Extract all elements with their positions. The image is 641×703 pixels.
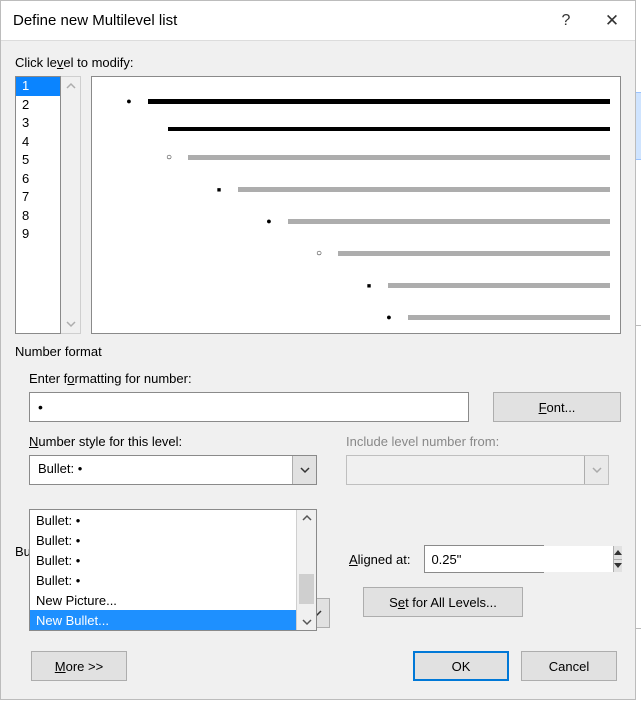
preview-line xyxy=(102,127,610,131)
scrollbar-track[interactable] xyxy=(297,527,316,613)
level-item[interactable]: 6 xyxy=(16,170,60,189)
click-level-label: Click level to modify: xyxy=(15,55,621,70)
level-item[interactable]: 9 xyxy=(16,225,60,244)
hollow-bullet-icon xyxy=(162,151,176,163)
preview-bar xyxy=(408,315,610,320)
chevron-up-icon xyxy=(614,550,622,555)
level-item[interactable]: 7 xyxy=(16,188,60,207)
number-style-dropdown-list[interactable]: Bullet: •Bullet: •Bullet: •Bullet: •New … xyxy=(30,510,296,630)
aligned-at-spinner[interactable] xyxy=(424,545,544,573)
dropdown-item[interactable]: New Bullet... xyxy=(30,610,296,630)
titlebar: Define new Multilevel list ? ✕ xyxy=(1,1,635,41)
preview-line xyxy=(102,95,610,107)
chevron-up-icon xyxy=(302,513,312,523)
dropdown-scrollbar[interactable] xyxy=(296,510,316,630)
fill-bullet-icon xyxy=(382,311,396,323)
level-listbox[interactable]: 123456789 xyxy=(15,76,61,334)
level-list-scrollbar[interactable] xyxy=(61,76,81,334)
list-preview xyxy=(91,76,621,334)
edge-artifact xyxy=(636,628,641,629)
fill-bullet-icon xyxy=(122,95,136,107)
number-style-combo[interactable]: Bullet: • xyxy=(29,455,317,485)
chevron-down-icon xyxy=(66,319,76,329)
preview-bar xyxy=(188,155,610,160)
preview-line xyxy=(102,279,610,291)
set-for-all-levels-button[interactable]: Set for All Levels... xyxy=(363,587,523,617)
more-button[interactable]: More >> xyxy=(31,651,127,681)
edge-artifact xyxy=(636,325,641,326)
preview-bar xyxy=(168,127,610,131)
font-button[interactable]: Font... xyxy=(493,392,621,422)
number-style-value: Bullet: • xyxy=(30,456,292,484)
preview-bar xyxy=(388,283,610,288)
edge-artifact xyxy=(636,92,641,160)
help-button[interactable]: ? xyxy=(543,1,589,41)
preview-bar xyxy=(288,219,610,224)
scrollbar-thumb[interactable] xyxy=(299,574,314,604)
chevron-down-icon xyxy=(300,465,310,475)
preview-line xyxy=(102,311,610,323)
preview-bar xyxy=(238,187,610,192)
fill-bullet-icon xyxy=(262,215,276,227)
close-icon: ✕ xyxy=(605,11,619,31)
include-level-value xyxy=(347,456,584,484)
preview-line xyxy=(102,247,610,259)
dropdown-item[interactable]: New Picture... xyxy=(30,590,296,610)
define-multilevel-list-dialog: Define new Multilevel list ? ✕ Click lev… xyxy=(0,0,636,700)
level-list-wrap: 123456789 xyxy=(15,76,81,334)
preview-line xyxy=(102,151,610,163)
aligned-at-input[interactable] xyxy=(425,546,613,572)
preview-bar xyxy=(338,251,610,256)
close-button[interactable]: ✕ xyxy=(589,1,635,41)
cancel-button[interactable]: Cancel xyxy=(521,651,617,681)
dropdown-item[interactable]: Bullet: • xyxy=(30,570,296,590)
number-style-label: Number style for this level: xyxy=(29,434,318,449)
level-item[interactable]: 3 xyxy=(16,114,60,133)
dialog-footer: More >> OK Cancel xyxy=(1,637,635,699)
level-item[interactable]: 1 xyxy=(16,77,60,96)
level-item[interactable]: 4 xyxy=(16,133,60,152)
help-icon: ? xyxy=(562,12,571,30)
preview-bar xyxy=(148,99,610,104)
include-level-label: Include level number from: xyxy=(346,434,621,449)
square-bullet-icon xyxy=(362,279,376,291)
number-format-value: • xyxy=(38,399,43,415)
level-item[interactable]: 8 xyxy=(16,207,60,226)
number-style-dropdown[interactable]: Bullet: •Bullet: •Bullet: •Bullet: •New … xyxy=(29,509,317,631)
dropdown-item[interactable]: Bullet: • xyxy=(30,530,296,550)
dialog-title: Define new Multilevel list xyxy=(13,12,543,29)
level-item[interactable]: 2 xyxy=(16,96,60,115)
preview-line xyxy=(102,215,610,227)
level-item[interactable]: 5 xyxy=(16,151,60,170)
spin-up-button[interactable] xyxy=(613,546,622,560)
square-bullet-icon xyxy=(212,183,226,195)
chevron-down-icon xyxy=(614,563,622,568)
hollow-bullet-icon xyxy=(312,247,326,259)
aligned-at-label: Aligned at: xyxy=(349,552,410,567)
number-style-combo-arrow[interactable] xyxy=(292,456,316,484)
chevron-down-icon xyxy=(592,465,602,475)
spin-down-button[interactable] xyxy=(613,560,622,573)
number-format-group-label: Number format xyxy=(15,344,621,359)
include-level-combo xyxy=(346,455,609,485)
include-level-combo-arrow xyxy=(584,456,608,484)
chevron-up-icon xyxy=(66,81,76,91)
ok-button[interactable]: OK xyxy=(413,651,509,681)
dropdown-item[interactable]: Bullet: • xyxy=(30,550,296,570)
enter-formatting-label: Enter formatting for number: xyxy=(29,371,621,386)
dropdown-item[interactable]: Bullet: • xyxy=(30,510,296,530)
preview-line xyxy=(102,183,610,195)
chevron-down-icon xyxy=(302,617,312,627)
number-format-input[interactable]: • xyxy=(29,392,469,422)
